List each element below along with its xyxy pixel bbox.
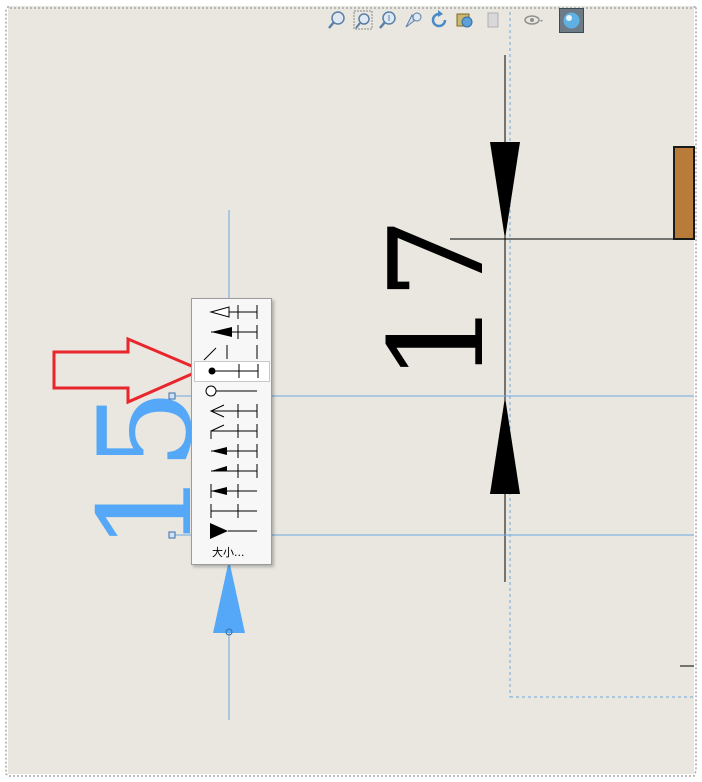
arrow-option-open-circle[interactable] <box>194 381 268 401</box>
arrow-option-slash-tick[interactable] <box>194 342 268 362</box>
arrow-style-popup: 大小... <box>191 298 272 565</box>
arrow-option-open-arrow-outline[interactable] <box>194 302 268 322</box>
arrow-option-filled-arrow-tilt[interactable] <box>194 481 268 501</box>
drawing-canvas: 17 15 <box>52 12 695 720</box>
arrow-option-filled-arrow-small[interactable] <box>194 441 268 461</box>
arrow-option-open-arrow-thin[interactable] <box>194 401 268 421</box>
dimension-15-arrow[interactable] <box>213 560 245 633</box>
dimension-17-text[interactable]: 17 <box>361 217 513 382</box>
screenshot-frame: 17 15 大小... <box>0 0 702 782</box>
arrow-option-filled-triangle-large[interactable] <box>194 521 268 541</box>
arrow-option-closed-filled-arrow[interactable] <box>194 322 268 342</box>
model-part-edge[interactable] <box>673 146 695 240</box>
arrow-option-no-terminator[interactable] <box>194 501 268 521</box>
size-option[interactable]: 大小... <box>212 544 245 560</box>
dimension-arrow-bottom <box>490 397 520 494</box>
arrow-option-filled-dot[interactable] <box>194 361 270 382</box>
arrow-option-open-arrow-half[interactable] <box>194 421 268 441</box>
arrow-option-filled-arrow-half[interactable] <box>194 461 268 481</box>
